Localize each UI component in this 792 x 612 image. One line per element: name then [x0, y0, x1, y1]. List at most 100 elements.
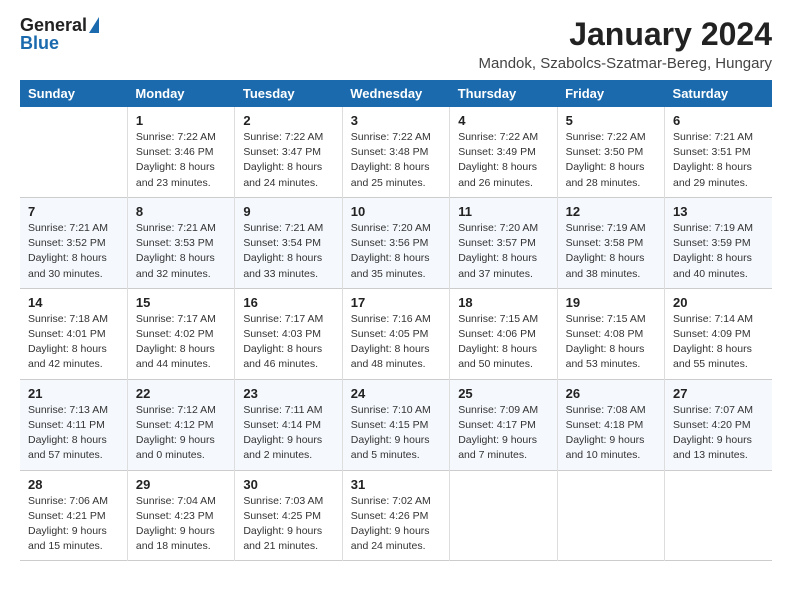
week-row-1: 1 Sunrise: 7:22 AMSunset: 3:46 PMDaylight…: [20, 107, 772, 197]
day-number: 24: [351, 386, 441, 401]
day-number: 7: [28, 204, 119, 219]
day-info: Sunrise: 7:09 AMSunset: 4:17 PMDaylight:…: [458, 403, 548, 464]
day-info: Sunrise: 7:11 AMSunset: 4:14 PMDaylight:…: [243, 403, 333, 464]
day-number: 20: [673, 295, 764, 310]
day-number: 2: [243, 113, 333, 128]
logo-triangle-icon: [89, 17, 99, 33]
calendar-cell: 13Sunrise: 7:19 AMSunset: 3:59 PMDayligh…: [665, 197, 772, 288]
header: General Blue January 2024 Mandok, Szabol…: [20, 16, 772, 72]
header-friday: Friday: [557, 80, 664, 107]
day-number: 27: [673, 386, 764, 401]
day-info: Sunrise: 7:17 AMSunset: 4:02 PMDaylight:…: [136, 312, 226, 373]
day-info: Sunrise: 7:12 AMSunset: 4:12 PMDaylight:…: [136, 403, 226, 464]
calendar-cell: [665, 470, 772, 561]
calendar-cell: 19 Sunrise: 7:15 AMSunset: 4:08 PMDayligh…: [557, 288, 664, 379]
calendar-header-row: SundayMondayTuesdayWednesdayThursdayFrid…: [20, 80, 772, 107]
calendar-cell: 17Sunrise: 7:16 AMSunset: 4:05 PMDayligh…: [342, 288, 449, 379]
calendar-cell: 3 Sunrise: 7:22 AMSunset: 3:48 PMDaylight…: [342, 107, 449, 197]
calendar-cell: 7 Sunrise: 7:21 AMSunset: 3:52 PMDaylight…: [20, 197, 127, 288]
day-number: 25: [458, 386, 548, 401]
week-row-4: 21 Sunrise: 7:13 AMSunset: 4:11 PMDayligh…: [20, 379, 772, 470]
calendar-cell: 4Sunrise: 7:22 AMSunset: 3:49 PMDaylight…: [450, 107, 557, 197]
day-info: Sunrise: 7:03 AMSunset: 4:25 PMDaylight:…: [243, 494, 333, 555]
calendar-cell: 26 Sunrise: 7:08 AMSunset: 4:18 PMDayligh…: [557, 379, 664, 470]
day-number: 6: [673, 113, 764, 128]
title-area: January 2024 Mandok, Szabolcs-Szatmar-Be…: [479, 16, 772, 72]
header-saturday: Saturday: [665, 80, 772, 107]
day-number: 18: [458, 295, 548, 310]
day-number: 10: [351, 204, 441, 219]
day-info: Sunrise: 7:20 AMSunset: 3:57 PMDaylight:…: [458, 221, 548, 282]
day-info: Sunrise: 7:21 AMSunset: 3:53 PMDaylight:…: [136, 221, 226, 282]
day-info: Sunrise: 7:22 AMSunset: 3:46 PMDaylight:…: [136, 130, 226, 191]
day-info: Sunrise: 7:22 AMSunset: 3:49 PMDaylight:…: [458, 130, 548, 191]
day-info: Sunrise: 7:22 AMSunset: 3:47 PMDaylight:…: [243, 130, 333, 191]
calendar-cell: 24 Sunrise: 7:10 AMSunset: 4:15 PMDayligh…: [342, 379, 449, 470]
day-number: 19: [566, 295, 656, 310]
day-number: 3: [351, 113, 441, 128]
calendar-cell: 29 Sunrise: 7:04 AMSunset: 4:23 PMDayligh…: [127, 470, 234, 561]
calendar-cell: 16 Sunrise: 7:17 AMSunset: 4:03 PMDayligh…: [235, 288, 342, 379]
calendar-cell: 30Sunrise: 7:03 AMSunset: 4:25 PMDayligh…: [235, 470, 342, 561]
calendar-cell: [557, 470, 664, 561]
calendar-cell: 10 Sunrise: 7:20 AMSunset: 3:56 PMDayligh…: [342, 197, 449, 288]
day-number: 1: [136, 113, 226, 128]
day-info: Sunrise: 7:21 AMSunset: 3:52 PMDaylight:…: [28, 221, 119, 282]
logo-blue: Blue: [20, 34, 59, 52]
day-info: Sunrise: 7:22 AMSunset: 3:50 PMDaylight:…: [566, 130, 656, 191]
day-info: Sunrise: 7:04 AMSunset: 4:23 PMDaylight:…: [136, 494, 226, 555]
header-sunday: Sunday: [20, 80, 127, 107]
calendar-cell: 2 Sunrise: 7:22 AMSunset: 3:47 PMDaylight…: [235, 107, 342, 197]
day-number: 9: [243, 204, 333, 219]
day-number: 11: [458, 204, 548, 219]
day-number: 15: [136, 295, 226, 310]
day-number: 21: [28, 386, 119, 401]
calendar-cell: 25 Sunrise: 7:09 AMSunset: 4:17 PMDayligh…: [450, 379, 557, 470]
day-info: Sunrise: 7:21 AMSunset: 3:51 PMDaylight:…: [673, 130, 764, 191]
calendar-cell: 27 Sunrise: 7:07 AMSunset: 4:20 PMDayligh…: [665, 379, 772, 470]
calendar-cell: 8 Sunrise: 7:21 AMSunset: 3:53 PMDaylight…: [127, 197, 234, 288]
header-tuesday: Tuesday: [235, 80, 342, 107]
day-info: Sunrise: 7:21 AMSunset: 3:54 PMDaylight:…: [243, 221, 333, 282]
location-title: Mandok, Szabolcs-Szatmar-Bereg, Hungary: [479, 55, 772, 72]
day-info: Sunrise: 7:13 AMSunset: 4:11 PMDaylight:…: [28, 403, 119, 464]
calendar-cell: 11 Sunrise: 7:20 AMSunset: 3:57 PMDayligh…: [450, 197, 557, 288]
calendar-table: SundayMondayTuesdayWednesdayThursdayFrid…: [20, 80, 772, 561]
day-info: Sunrise: 7:10 AMSunset: 4:15 PMDaylight:…: [351, 403, 441, 464]
day-info: Sunrise: 7:08 AMSunset: 4:18 PMDaylight:…: [566, 403, 656, 464]
day-number: 14: [28, 295, 119, 310]
day-number: 13: [673, 204, 764, 219]
day-number: 23: [243, 386, 333, 401]
week-row-3: 14 Sunrise: 7:18 AMSunset: 4:01 PMDayligh…: [20, 288, 772, 379]
day-number: 17: [351, 295, 441, 310]
calendar-cell: 1 Sunrise: 7:22 AMSunset: 3:46 PMDaylight…: [127, 107, 234, 197]
calendar-cell: 14 Sunrise: 7:18 AMSunset: 4:01 PMDayligh…: [20, 288, 127, 379]
week-row-5: 28Sunrise: 7:06 AMSunset: 4:21 PMDayligh…: [20, 470, 772, 561]
calendar-cell: 21 Sunrise: 7:13 AMSunset: 4:11 PMDayligh…: [20, 379, 127, 470]
day-info: Sunrise: 7:17 AMSunset: 4:03 PMDaylight:…: [243, 312, 333, 373]
calendar-cell: 23 Sunrise: 7:11 AMSunset: 4:14 PMDayligh…: [235, 379, 342, 470]
day-info: Sunrise: 7:22 AMSunset: 3:48 PMDaylight:…: [351, 130, 441, 191]
day-info: Sunrise: 7:14 AMSunset: 4:09 PMDaylight:…: [673, 312, 764, 373]
calendar-cell: [450, 470, 557, 561]
day-info: Sunrise: 7:15 AMSunset: 4:06 PMDaylight:…: [458, 312, 548, 373]
day-info: Sunrise: 7:20 AMSunset: 3:56 PMDaylight:…: [351, 221, 441, 282]
logo-general: General: [20, 16, 87, 34]
calendar-cell: 18 Sunrise: 7:15 AMSunset: 4:06 PMDayligh…: [450, 288, 557, 379]
day-info: Sunrise: 7:07 AMSunset: 4:20 PMDaylight:…: [673, 403, 764, 464]
day-info: Sunrise: 7:15 AMSunset: 4:08 PMDaylight:…: [566, 312, 656, 373]
logo: General Blue: [20, 16, 99, 52]
calendar-cell: 12Sunrise: 7:19 AMSunset: 3:58 PMDayligh…: [557, 197, 664, 288]
day-number: 29: [136, 477, 226, 492]
day-number: 16: [243, 295, 333, 310]
day-number: 22: [136, 386, 226, 401]
day-info: Sunrise: 7:18 AMSunset: 4:01 PMDaylight:…: [28, 312, 119, 373]
day-number: 8: [136, 204, 226, 219]
day-number: 26: [566, 386, 656, 401]
day-number: 5: [566, 113, 656, 128]
calendar-cell: 22 Sunrise: 7:12 AMSunset: 4:12 PMDayligh…: [127, 379, 234, 470]
day-number: 12: [566, 204, 656, 219]
calendar-cell: 5 Sunrise: 7:22 AMSunset: 3:50 PMDaylight…: [557, 107, 664, 197]
header-monday: Monday: [127, 80, 234, 107]
day-info: Sunrise: 7:02 AMSunset: 4:26 PMDaylight:…: [351, 494, 441, 555]
